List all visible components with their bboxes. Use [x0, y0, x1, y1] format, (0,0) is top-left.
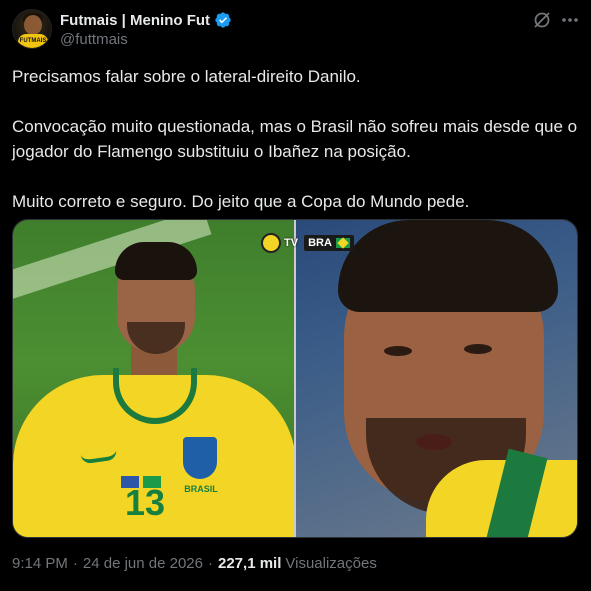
tweet-time[interactable]: 9:14 PM [12, 555, 68, 572]
team-code: BRA [304, 235, 354, 251]
player-mouth [415, 434, 452, 450]
broadcaster-logo-icon [261, 233, 281, 253]
views-count: 227,1 mil [218, 555, 282, 572]
broadcaster-label: TV [284, 237, 299, 249]
views-label: Visualizações [285, 555, 377, 572]
author-name-row[interactable]: Futmais | Menino Fut [60, 10, 232, 30]
tweet-date[interactable]: 24 de jun de 2026 [83, 555, 203, 572]
verified-badge-icon [214, 11, 232, 29]
cbf-crest-icon [181, 435, 219, 481]
avatar-face [24, 15, 42, 35]
more-icon[interactable] [560, 10, 580, 30]
player-hair [337, 220, 558, 312]
author-display-name[interactable]: Futmais | Menino Fut [60, 12, 210, 29]
media-image-right[interactable] [295, 220, 577, 537]
author-handle[interactable]: @futtmais [60, 31, 128, 48]
separator: · [72, 555, 78, 572]
tweet-paragraph: Muito correto e seguro. Do jeito que a C… [12, 192, 470, 211]
tweet: FUTMAIS Futmais | Menino Fut @futtmais P… [0, 0, 591, 591]
broadcast-scorebug: TV BRA [261, 232, 354, 254]
tweet-media[interactable]: BRASIL 13 TV BRA [12, 219, 578, 538]
brazil-flag-icon [335, 238, 350, 248]
grok-icon[interactable] [532, 10, 552, 30]
separator: · [208, 555, 213, 572]
tweet-paragraph: Precisamos falar sobre o lateral-direito… [12, 67, 361, 86]
shirt-number: 13 [125, 482, 166, 523]
team-code-text: BRA [308, 237, 332, 249]
player-eye [383, 346, 412, 356]
tweet-meta: 9:14 PM · 24 de jun de 2026 · 227,1 mil … [12, 555, 377, 572]
avatar-brand-text: FUTMAIS [19, 37, 47, 45]
avatar[interactable]: FUTMAIS [12, 9, 52, 49]
tweet-paragraph: Convocação muito questionada, mas o Bras… [12, 117, 578, 161]
player-hair [115, 242, 197, 280]
tweet-text: Precisamos falar sobre o lateral-direito… [12, 64, 582, 214]
crest-text: BRASIL [184, 484, 218, 494]
media-image-left[interactable]: BRASIL 13 [13, 220, 294, 537]
player-eye [463, 344, 492, 354]
